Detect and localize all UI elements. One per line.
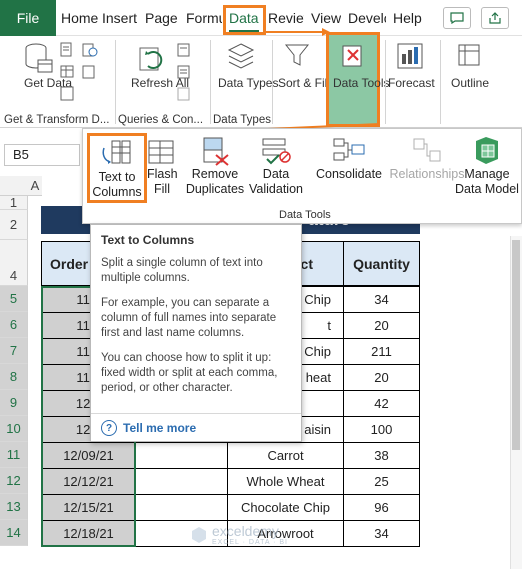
name-box[interactable]: B5 [4, 144, 80, 166]
tell-me-more-link[interactable]: ? Tell me more [101, 420, 196, 436]
flash-fill-button[interactable]: Flash Fill [147, 135, 178, 197]
row-header[interactable]: 14 [0, 520, 28, 546]
text-to-columns-button[interactable]: Text to Columns [87, 133, 147, 203]
row-header[interactable]: 13 [0, 494, 28, 520]
order-date-cell[interactable]: 12/09/21 [41, 442, 136, 469]
remove-duplicates-icon [203, 137, 229, 166]
row-header[interactable]: 10 [0, 416, 28, 442]
quantity-cell[interactable]: 38 [343, 442, 420, 469]
blank-cell[interactable] [135, 468, 228, 495]
quantity-cell[interactable]: 20 [343, 364, 420, 391]
tooltip-description: Split a single column of text into multi… [101, 257, 263, 284]
row-header[interactable]: 9 [0, 390, 28, 416]
row-header-2[interactable]: 2 [0, 210, 28, 240]
blank-cell[interactable] [135, 494, 228, 521]
manage-data-model-button[interactable]: Manage Data Model [455, 135, 519, 197]
quantity-cell[interactable]: 100 [343, 416, 420, 443]
data-validation-icon [262, 138, 291, 165]
data-validation-button[interactable]: Data Validation [243, 135, 309, 197]
flash-fill-icon [148, 140, 174, 164]
quantity-cell[interactable]: 42 [343, 390, 420, 417]
product-cell[interactable]: Carrot [227, 442, 344, 469]
order-date-cell[interactable]: 12/15/21 [41, 494, 136, 521]
text-to-columns-icon [102, 140, 131, 164]
watermark-logo-icon [192, 526, 206, 543]
header-quantity: Quantity [343, 241, 420, 286]
tooltip-title: Text to Columns [101, 233, 195, 247]
data-tools-dropdown: Text to Columns Flash Fill Remove Duplic… [82, 128, 522, 224]
order-date-cell[interactable]: 12/18/21 [41, 520, 136, 547]
relationships-icon [413, 138, 441, 162]
row-header[interactable]: 11 [0, 442, 28, 468]
text-to-columns-tooltip: Text to Columns Split a single column of… [90, 224, 302, 442]
order-date-cell[interactable]: 12/12/21 [41, 468, 136, 495]
quantity-cell[interactable]: 211 [343, 338, 420, 365]
row-header-4[interactable]: 4 [0, 240, 28, 286]
quantity-cell[interactable]: 20 [343, 312, 420, 339]
data-tools-group-label: Data Tools [279, 209, 331, 221]
manage-data-model-icon [476, 137, 498, 164]
row-header[interactable]: 5 [0, 286, 28, 312]
select-all-corner[interactable] [0, 176, 28, 196]
quantity-cell[interactable]: 25 [343, 468, 420, 495]
row-header[interactable]: 12 [0, 468, 28, 494]
tooltip-example: For example, you can separate a column o… [101, 297, 277, 339]
relationships-button[interactable]: Relationships [389, 135, 465, 182]
quantity-cell[interactable]: 96 [343, 494, 420, 521]
product-cell[interactable]: Chocolate Chip [227, 494, 344, 521]
watermark: exceldemy EXCEL · DATA · BI [190, 523, 288, 546]
remove-duplicates-button[interactable]: Remove Duplicates [183, 135, 247, 197]
scrollbar-thumb[interactable] [512, 240, 520, 450]
column-header-a[interactable]: A [28, 176, 42, 196]
help-icon: ? [101, 420, 117, 436]
consolidate-button[interactable]: Consolidate [313, 135, 385, 182]
row-header[interactable]: 6 [0, 312, 28, 338]
row-header[interactable]: 8 [0, 364, 28, 390]
blank-cell[interactable] [135, 442, 228, 469]
quantity-cell[interactable]: 34 [343, 520, 420, 547]
tooltip-divider [91, 413, 301, 414]
row-header-1[interactable]: 1 [0, 196, 28, 210]
row-header[interactable]: 7 [0, 338, 28, 364]
tooltip-options: You can choose how to split it up: fixed… [101, 352, 278, 394]
quantity-cell[interactable]: 34 [343, 286, 420, 313]
consolidate-icon [333, 138, 365, 161]
product-cell[interactable]: Whole Wheat [227, 468, 344, 495]
